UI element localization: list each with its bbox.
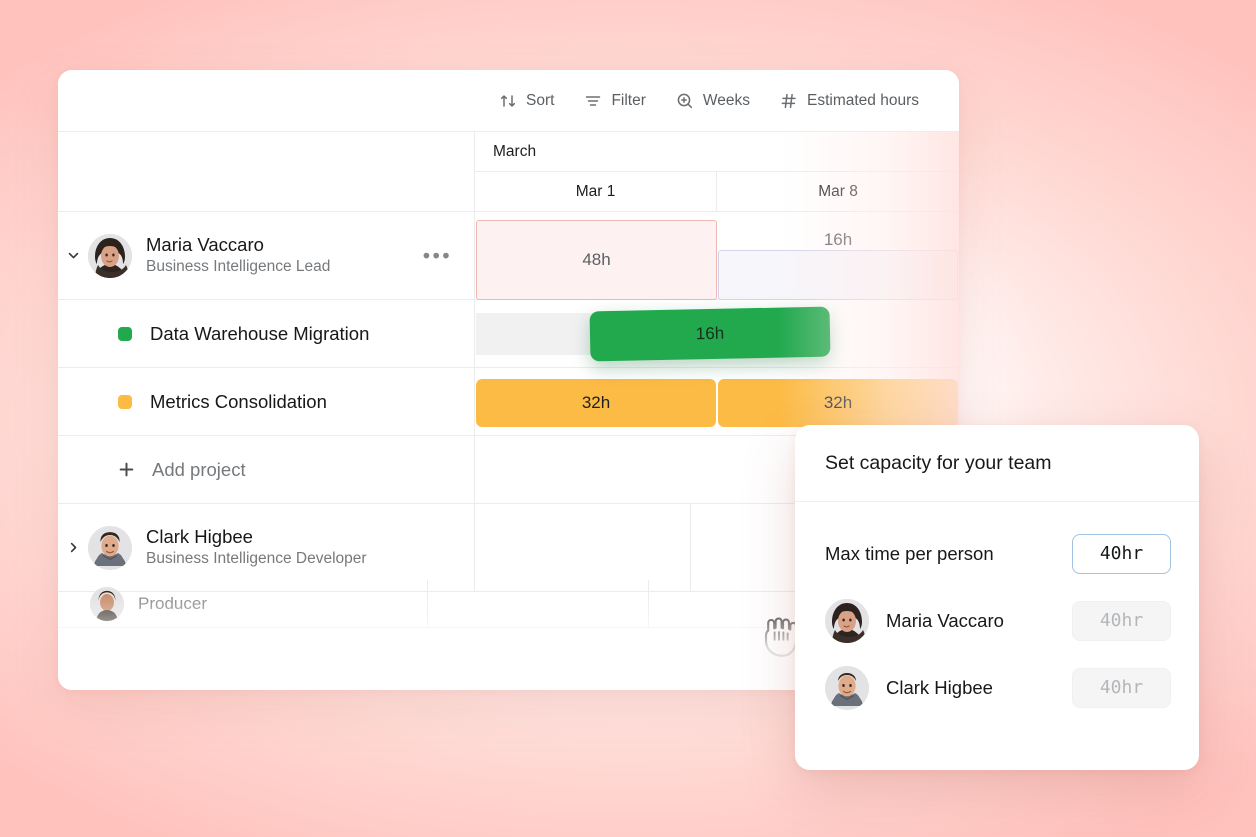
estimated-hours-button[interactable]: Estimated hours [780, 92, 919, 110]
zoom-in-icon [676, 92, 694, 110]
project-bar-dragging[interactable]: 16h [589, 306, 831, 362]
member-capacity-input[interactable]: 40hr [1072, 600, 1171, 641]
project-color-swatch [118, 394, 132, 409]
week-header-mar-8[interactable]: Mar 8 [717, 172, 959, 212]
chevron-right-icon[interactable] [58, 540, 88, 555]
grid-divider [648, 580, 649, 627]
project-row-left: Data Warehouse Migration [58, 300, 475, 367]
member-row-maria: Maria Vaccaro 40hr [795, 587, 1199, 654]
weeks-button[interactable]: Weeks [676, 92, 750, 110]
capacity-value: 16h [823, 230, 853, 249]
project-bar-week2[interactable]: 32h [718, 379, 958, 427]
sort-label: Sort [526, 91, 555, 109]
member-name: Maria Vaccaro [886, 609, 1004, 631]
project-bar-week1[interactable]: 32h [476, 379, 716, 427]
month-header: March [475, 132, 959, 172]
avatar [90, 586, 124, 621]
person-row-left: Maria Vaccaro Business Intelligence Lead… [58, 212, 475, 299]
partial-row-left: Producer [58, 580, 428, 627]
toolbar: Sort Filter Weeks Estimated hours [58, 70, 959, 132]
estimated-hours-label: Estimated hours [807, 91, 919, 109]
filter-button[interactable]: Filter [584, 91, 646, 110]
member-name: Clark Higbee [886, 676, 993, 698]
person-role: Business Intelligence Developer [146, 550, 367, 568]
plus-icon [118, 461, 135, 478]
capacity-cell-under[interactable]: 16h [718, 230, 958, 300]
bar-value: 32h [581, 393, 611, 412]
grid-divider [690, 504, 691, 592]
grid-corner-cell [58, 132, 475, 212]
ellipsis-icon[interactable]: ••• [423, 245, 452, 266]
bar-value: 16h [695, 323, 725, 344]
capacity-value: 48h [582, 250, 611, 269]
person-info: Maria Vaccaro Business Intelligence Lead [146, 233, 330, 278]
popup-spacer [795, 502, 1199, 520]
avatar [825, 598, 869, 643]
project-row-data-warehouse[interactable]: Data Warehouse Migration 16h [58, 300, 959, 657]
max-time-row: Max time per person 40hr [795, 520, 1199, 587]
avatar [88, 233, 132, 278]
project-row-left: Metrics Consolidation [58, 368, 475, 435]
person-role: Business Intelligence Lead [146, 258, 331, 276]
add-project-label: Add project [152, 458, 246, 480]
max-time-label: Max time per person [825, 542, 994, 564]
weeks-label: Weeks [702, 91, 750, 109]
project-color-swatch [118, 326, 132, 341]
person-row-maria[interactable]: Maria Vaccaro Business Intelligence Lead… [58, 212, 959, 300]
filter-icon [584, 92, 602, 110]
week-header-mar-1[interactable]: Mar 1 [475, 172, 717, 212]
filter-label: Filter [611, 91, 646, 109]
popup-title: Set capacity for your team [795, 425, 1199, 502]
project-name: Data Warehouse Migration [150, 322, 370, 344]
bar-value: 32h [823, 393, 853, 412]
chevron-down-icon[interactable] [58, 248, 88, 263]
person-info: Clark Higbee Business Intelligence Devel… [146, 525, 367, 570]
project-name: Metrics Consolidation [150, 390, 327, 412]
max-time-input[interactable]: 40hr [1072, 533, 1171, 574]
capacity-cell-over[interactable]: 48h [476, 220, 717, 300]
person-row-left: Clark Higbee Business Intelligence Devel… [58, 504, 475, 591]
set-capacity-popup: Set capacity for your team Max time per … [795, 425, 1199, 770]
week-label: Mar 1 [575, 182, 616, 200]
member-capacity-input[interactable]: 40hr [1072, 667, 1171, 708]
member-info: Clark Higbee [825, 665, 1072, 710]
avatar [88, 525, 132, 570]
month-label: March [493, 142, 537, 160]
sort-button[interactable]: Sort [499, 92, 554, 110]
week-label: Mar 8 [818, 182, 858, 200]
sort-icon [499, 92, 517, 110]
partial-row-role: Producer [138, 593, 207, 613]
hash-icon [780, 92, 798, 110]
member-info: Maria Vaccaro [825, 598, 1072, 643]
person-name: Maria Vaccaro [146, 234, 264, 256]
add-project-left[interactable]: Add project [58, 436, 475, 503]
member-row-clark: Clark Higbee 40hr [795, 654, 1199, 721]
person-name: Clark Higbee [146, 526, 253, 548]
avatar [825, 665, 869, 710]
